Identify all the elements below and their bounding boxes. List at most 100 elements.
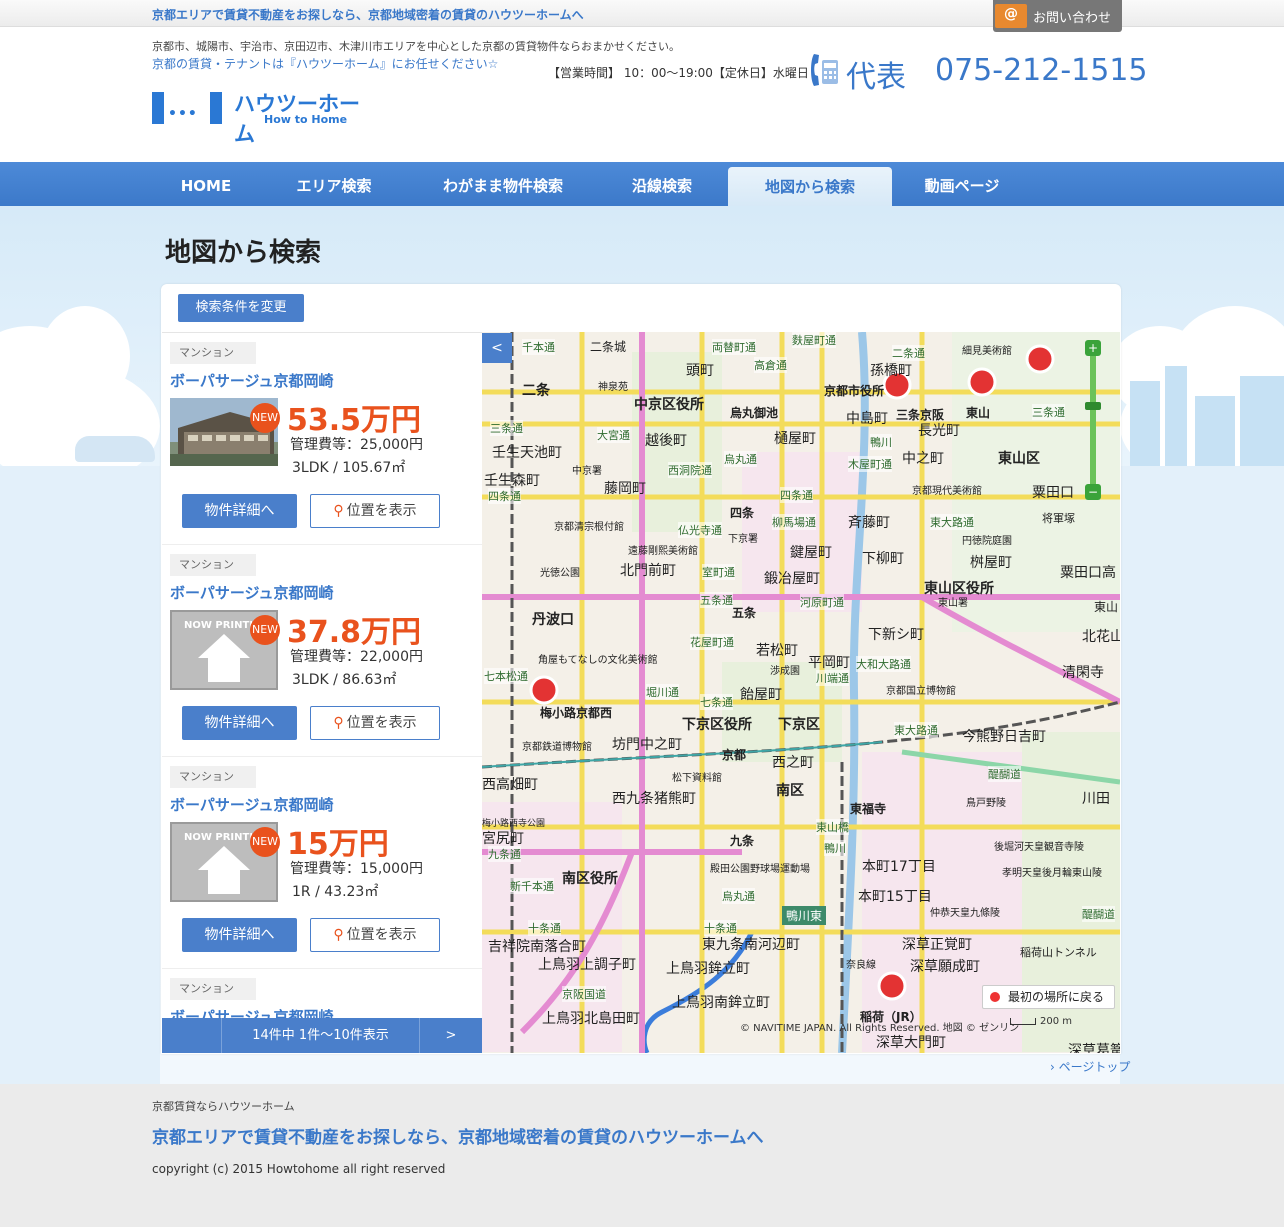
map-label: 京都鉄道博物館 bbox=[522, 742, 592, 753]
map-label: 頭町 bbox=[686, 363, 714, 379]
map-label: 京都現代美術館 bbox=[912, 486, 982, 497]
header-catchphrase: 京都の賃貸・テナントは『ハウツーホーム』にお任せください☆ bbox=[152, 57, 499, 71]
map-copyright: © NAVITIME JAPAN. All Rights Reserved. 地… bbox=[740, 1023, 1020, 1034]
map-label: 大和大路通 bbox=[856, 656, 911, 672]
map-label: 上鳥羽鉾立町 bbox=[666, 961, 750, 977]
zoom-slider[interactable]: + − bbox=[1085, 340, 1101, 500]
map-label: 烏丸通 bbox=[722, 888, 755, 904]
nav-custom-search[interactable]: わがまま物件検索 bbox=[418, 162, 588, 206]
map-label: 北門前町 bbox=[620, 563, 676, 579]
property-marker[interactable] bbox=[1025, 344, 1055, 374]
listing-item: マンション ボーパサージュ京都岡崎 NOW PRINTING NEW 15万円 … bbox=[162, 757, 482, 969]
map-label: 越後町 bbox=[645, 433, 687, 449]
listing-list[interactable]: マンション ボーパサージュ京都岡崎 NEW 53.5万円 管理費等：25,000… bbox=[162, 332, 482, 1018]
now-printing-text: NOW PRINTING bbox=[184, 832, 252, 843]
nav-map-search[interactable]: 地図から検索 bbox=[728, 167, 892, 206]
map-label: 長光町 bbox=[918, 423, 960, 439]
map-label: 鍵屋町 bbox=[790, 545, 832, 561]
nav-home[interactable]: HOME bbox=[160, 162, 252, 206]
property-name[interactable]: ボーパサージュ京都岡崎 bbox=[170, 370, 334, 391]
nav-line-search[interactable]: 沿線検索 bbox=[612, 162, 712, 206]
site-logo[interactable]: ••• ハウツーホーム How to Home bbox=[152, 88, 372, 146]
map-label: 十条通 bbox=[528, 920, 561, 936]
map-panel-toggle[interactable]: < bbox=[482, 333, 512, 363]
detail-button[interactable]: 物件詳細へ bbox=[182, 706, 297, 740]
map-label: 二条 bbox=[522, 383, 550, 399]
map-label: 鴨川 bbox=[824, 840, 846, 856]
map-label: 二条通 bbox=[892, 345, 925, 361]
rent-price: 37.8万円 bbox=[287, 615, 422, 650]
property-type: マンション bbox=[170, 554, 256, 576]
map-label: 東福寺 bbox=[850, 802, 887, 816]
map-label: 東大路通 bbox=[894, 722, 938, 738]
map-label: 東山 bbox=[966, 406, 991, 420]
property-marker[interactable] bbox=[967, 367, 997, 397]
map-label: 鴨川 bbox=[870, 434, 892, 450]
show-location-button[interactable]: ⚲ 位置を表示 bbox=[310, 494, 440, 528]
map-label: 神泉苑 bbox=[598, 382, 628, 393]
page-title: 地図から検索 bbox=[165, 238, 322, 268]
map-label: 藤岡町 bbox=[604, 481, 646, 497]
show-location-button[interactable]: ⚲ 位置を表示 bbox=[310, 706, 440, 740]
map-label: 宮尻町 bbox=[482, 831, 524, 847]
map-label: 平岡町 bbox=[808, 655, 850, 671]
map-label: 孫橋町 bbox=[870, 363, 912, 379]
map-label: 角屋もてなしの文化美術館 bbox=[538, 655, 658, 666]
mail-icon bbox=[995, 4, 1027, 28]
change-conditions-button[interactable]: 検索条件を変更 bbox=[178, 294, 304, 322]
property-marker[interactable] bbox=[877, 971, 907, 1001]
detail-button[interactable]: 物件詳細へ bbox=[182, 918, 297, 952]
pager-next[interactable]: > bbox=[420, 1018, 482, 1053]
map-label: 深草大門町 bbox=[876, 1035, 946, 1051]
business-hours: 【営業時間】 10：00〜19:00【定休日】水曜日 bbox=[548, 66, 809, 80]
map-label: 中京署 bbox=[572, 466, 602, 477]
map-label: 九条 bbox=[730, 834, 755, 848]
map-view[interactable]: 千本通 二条城 両替町通 高倉通 麩屋町通 二条通 細見美術館 二条 神泉苑 中… bbox=[482, 332, 1120, 1053]
header-description: 京都市、城陽市、宇治市、京田辺市、木津川市エリアを中心とした京都の賃貸物件ならお… bbox=[152, 40, 680, 53]
map-label: 深草願成町 bbox=[910, 959, 980, 975]
map-label: 九条通 bbox=[488, 846, 521, 862]
map-label: 室町通 bbox=[702, 564, 735, 580]
map-label: 丹波口 bbox=[532, 612, 574, 628]
pager-prev[interactable] bbox=[162, 1018, 222, 1053]
map-label: 粟田口高 bbox=[1060, 565, 1116, 581]
map-label: 堀川通 bbox=[646, 684, 679, 700]
property-marker[interactable] bbox=[529, 675, 559, 705]
map-label: 樋屋町 bbox=[774, 431, 816, 447]
contact-button[interactable]: お問い合わせ bbox=[993, 0, 1122, 32]
property-name[interactable]: ボーパサージュ京都岡崎 bbox=[170, 582, 334, 603]
map-label: 烏丸御池 bbox=[730, 406, 779, 420]
map-label: 桝屋町 bbox=[970, 555, 1012, 571]
map-label: 京都国立博物館 bbox=[886, 686, 956, 697]
map-label: 麩屋町通 bbox=[792, 332, 836, 348]
svg-text:−: − bbox=[1088, 485, 1098, 499]
map-label: 京都市役所 bbox=[824, 384, 885, 398]
footer-copyright: copyright (c) 2015 Howtohome all right r… bbox=[152, 1162, 446, 1176]
new-badge: NEW bbox=[250, 615, 280, 645]
map-label: 西之町 bbox=[772, 755, 814, 771]
map-label: 壬生天池町 bbox=[492, 445, 562, 461]
map-label: 斉藤町 bbox=[848, 515, 890, 531]
management-fee: 管理費等：15,000円 bbox=[290, 861, 423, 877]
property-name[interactable]: ボーパサージュ京都岡崎 bbox=[170, 1006, 334, 1018]
page-top-link[interactable]: › ページトップ bbox=[1050, 1058, 1130, 1075]
return-to-origin-button[interactable]: 最初の場所に戻る bbox=[982, 985, 1115, 1009]
nav-video[interactable]: 動画ページ bbox=[904, 162, 1020, 206]
show-location-button[interactable]: ⚲ 位置を表示 bbox=[310, 918, 440, 952]
footer-tagline[interactable]: 京都エリアで賃貸不動産をお探しなら、京都地域密着の賃貸のハウツーホームへ bbox=[152, 1123, 764, 1148]
map-label: 鴨川東 bbox=[782, 906, 827, 925]
logo-dots: ••• bbox=[168, 106, 198, 122]
map-label: 両替町通 bbox=[712, 339, 756, 355]
property-type: マンション bbox=[170, 342, 256, 364]
map-label: 稲荷山トンネル bbox=[1020, 946, 1097, 959]
phone-number[interactable]: 075-212-1515 bbox=[935, 53, 1148, 88]
map-label: 河原町通 bbox=[800, 594, 844, 610]
map-label: 柳馬場通 bbox=[772, 514, 816, 530]
map-label: 光徳公園 bbox=[540, 568, 580, 579]
nav-area-search[interactable]: エリア検索 bbox=[276, 162, 392, 206]
map-label: 鍛冶屋町 bbox=[764, 571, 820, 587]
property-name[interactable]: ボーパサージュ京都岡崎 bbox=[170, 794, 334, 815]
map-label: 三条通 bbox=[1032, 404, 1065, 420]
detail-button[interactable]: 物件詳細へ bbox=[182, 494, 297, 528]
logo-mark-left bbox=[152, 92, 164, 124]
